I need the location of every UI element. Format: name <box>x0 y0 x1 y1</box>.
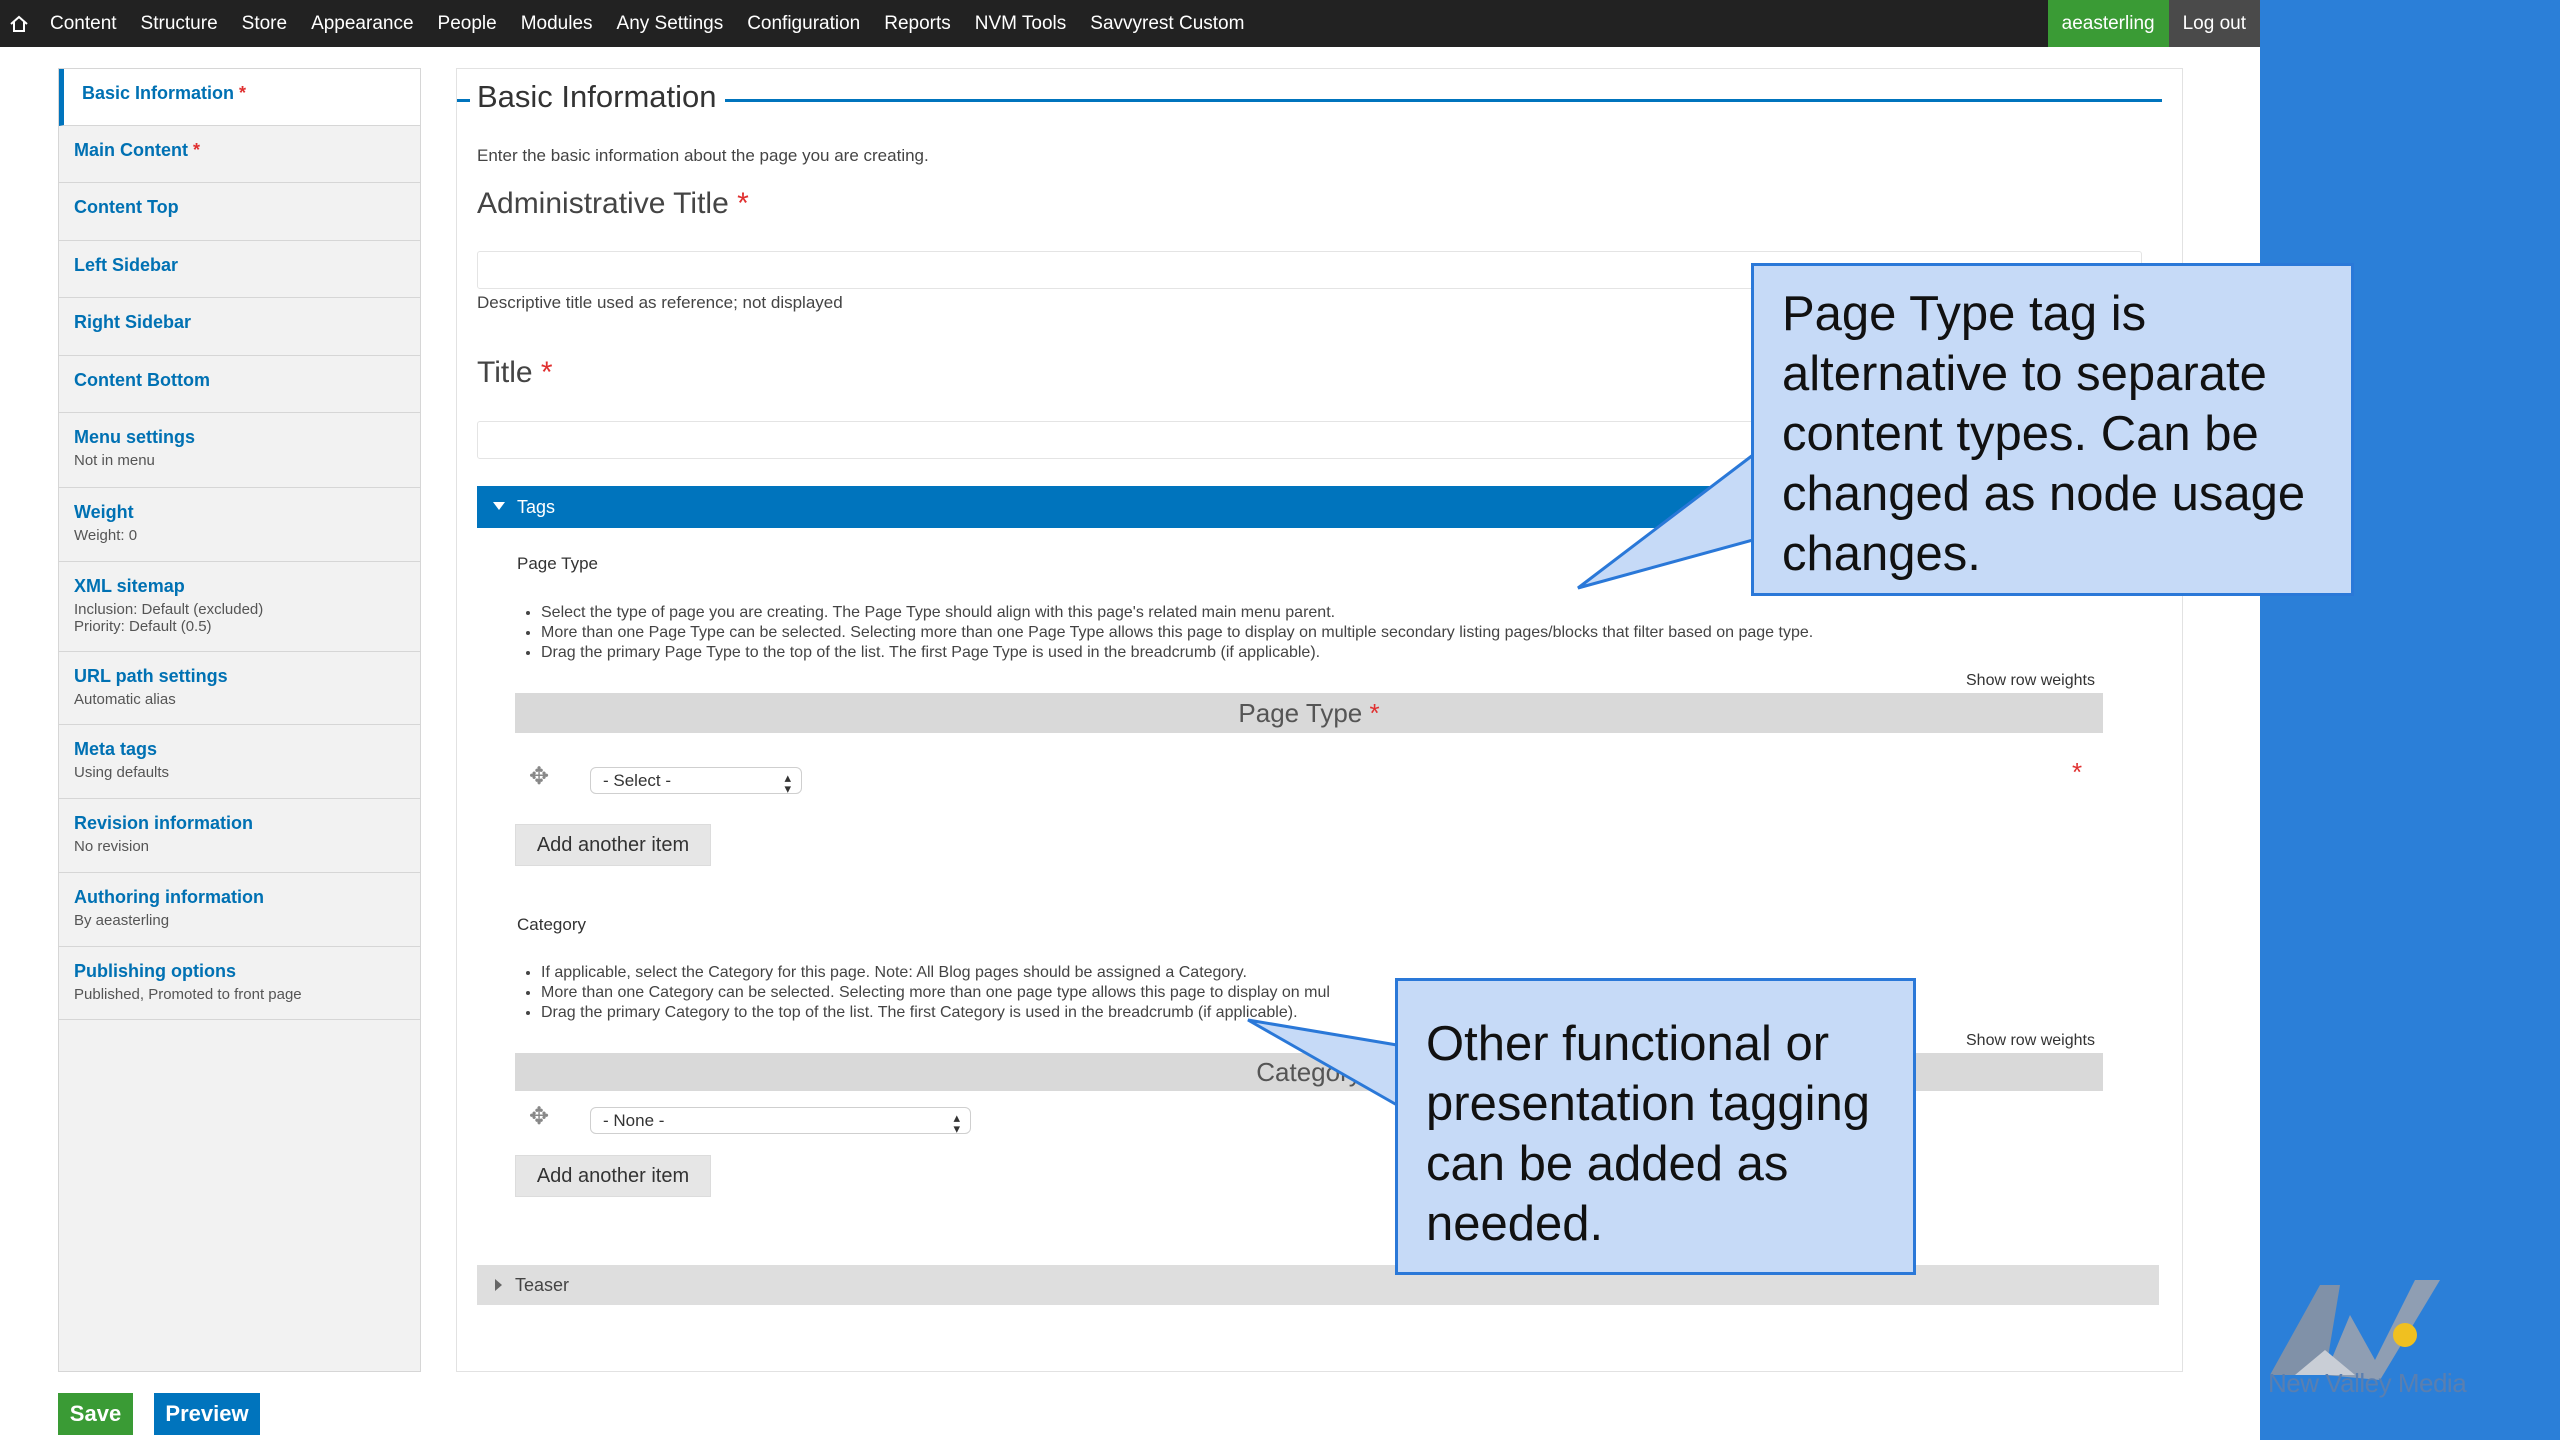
callout-pointers <box>1247 451 1755 1108</box>
company-logo-text: New Valley Media <box>2268 1368 2467 1398</box>
callout-pointer-page-type <box>1577 451 1755 590</box>
callout-page-type: Page Type tag is alternative to separate… <box>1751 263 2354 596</box>
callout-other-tagging: Other functional or presentation tagging… <box>1395 978 1916 1275</box>
callout-pointer-other <box>1247 1018 1399 1108</box>
